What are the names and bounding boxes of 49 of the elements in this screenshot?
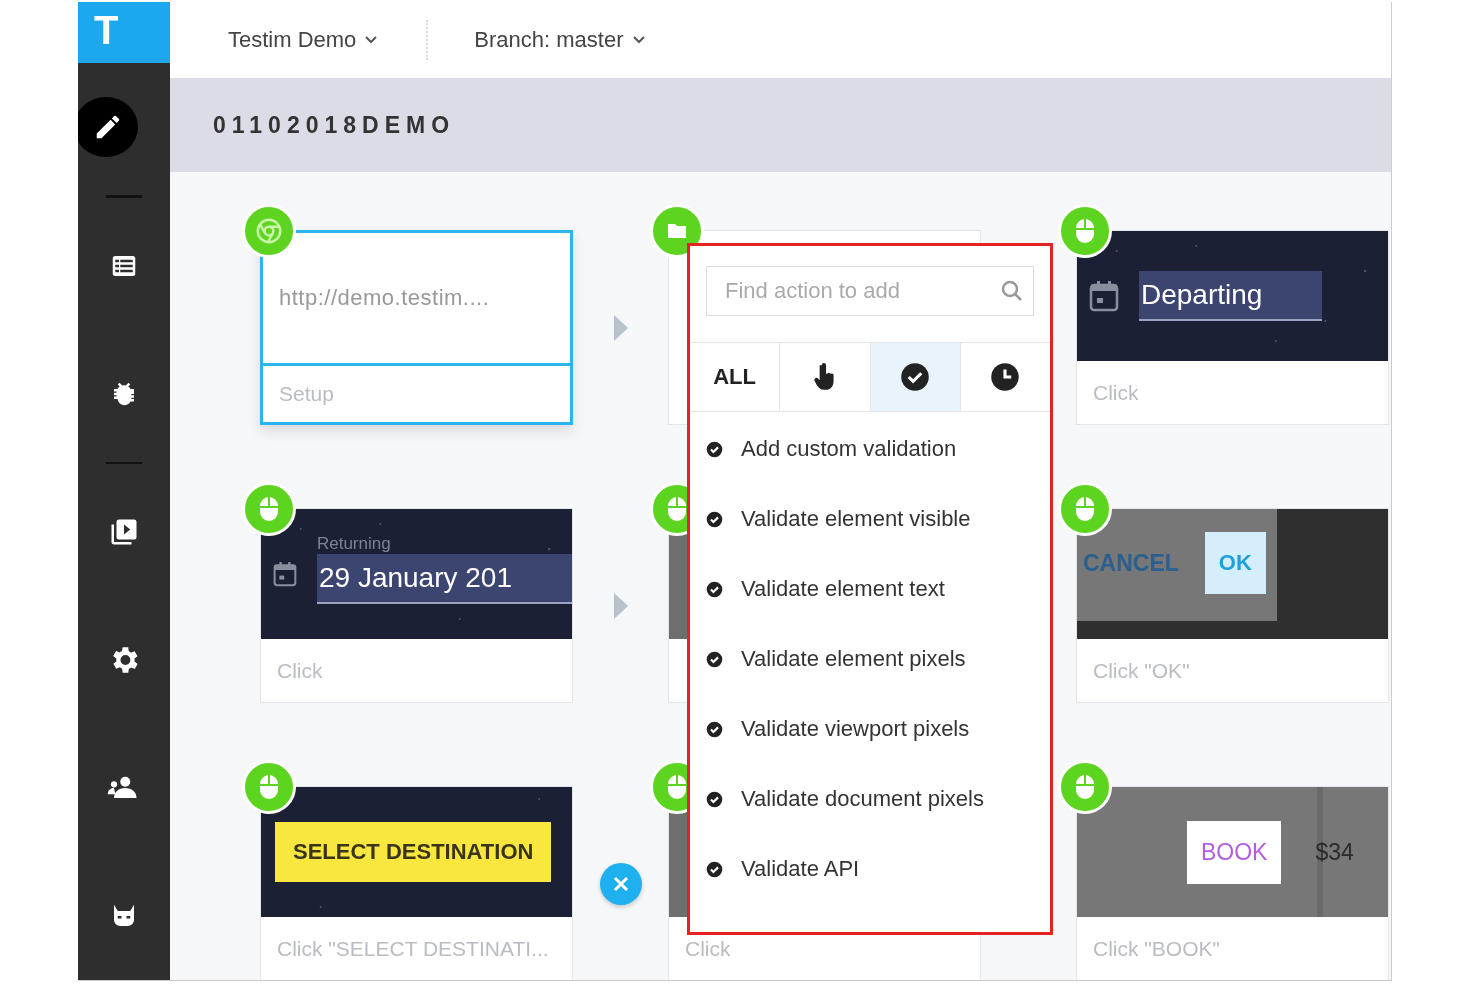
action-item[interactable]: Validate element visible	[690, 484, 1050, 554]
step-card[interactable]: Departing Click	[1076, 230, 1389, 425]
step-caption: Click "SELECT DESTINATI...	[277, 936, 549, 961]
step-url: http://demo.testim....	[278, 285, 490, 311]
step-caption: Click "BOOK"	[1093, 936, 1220, 961]
step-card[interactable]: SELECT DESTINATION Click "SELECT DESTINATI...	[260, 786, 573, 980]
step-caption: Click "OK"	[1093, 658, 1190, 683]
branch-dropdown[interactable]: Branch: master	[474, 27, 624, 53]
step-card[interactable]: Returning 29 January 201 Click	[260, 508, 573, 703]
check-circle-icon	[706, 440, 723, 458]
mouse-badge	[242, 760, 296, 814]
check-circle-icon	[706, 580, 723, 598]
arrow-icon	[611, 312, 630, 343]
check-circle-icon	[900, 362, 931, 392]
action-item[interactable]: Validate viewport pixels	[690, 694, 1050, 764]
clock-icon	[990, 362, 1021, 392]
chevron-down-icon	[364, 35, 379, 45]
field-label: Returning	[316, 534, 392, 554]
chevron-down-icon	[631, 35, 646, 45]
ok-button: OK	[1204, 532, 1266, 594]
date-field: 29 January 201	[316, 554, 572, 604]
action-item[interactable]: Add custom validation	[690, 414, 1050, 484]
action-item[interactable]: Validate API	[690, 834, 1050, 904]
check-circle-icon	[706, 650, 723, 668]
calendar-icon	[1089, 280, 1119, 312]
step-caption: Setup	[279, 382, 334, 406]
test-name: 01102018DEMO	[213, 111, 456, 139]
project-dropdown[interactable]: Testim Demo	[228, 27, 357, 53]
play-icon[interactable]	[109, 517, 139, 547]
step-caption: Click	[1093, 380, 1139, 405]
check-circle-icon	[706, 790, 723, 808]
check-circle-icon	[706, 510, 723, 528]
destination-button: SELECT DESTINATION	[275, 822, 552, 882]
step-caption: Click	[685, 936, 731, 961]
date-field: Departing	[1139, 271, 1323, 321]
price-text: $34	[1315, 838, 1354, 866]
action-item[interactable]: Validate element pixels	[690, 624, 1050, 694]
arrow-icon	[611, 590, 630, 621]
step-card[interactable]: BOOK $34 Click "BOOK"	[1076, 786, 1389, 980]
search-icon	[1000, 279, 1024, 303]
validate-tab[interactable]	[870, 343, 961, 411]
search-field[interactable]: Find action to add	[706, 266, 1034, 316]
action-item[interactable]: Validate document pixels	[690, 764, 1050, 834]
check-circle-icon	[706, 720, 723, 738]
check-circle-icon	[706, 860, 723, 878]
action-item[interactable]: Validate element text	[690, 554, 1050, 624]
cancel-label: CANCEL	[1083, 549, 1179, 577]
step-caption: Click	[277, 658, 323, 683]
book-button: BOOK	[1187, 820, 1282, 884]
